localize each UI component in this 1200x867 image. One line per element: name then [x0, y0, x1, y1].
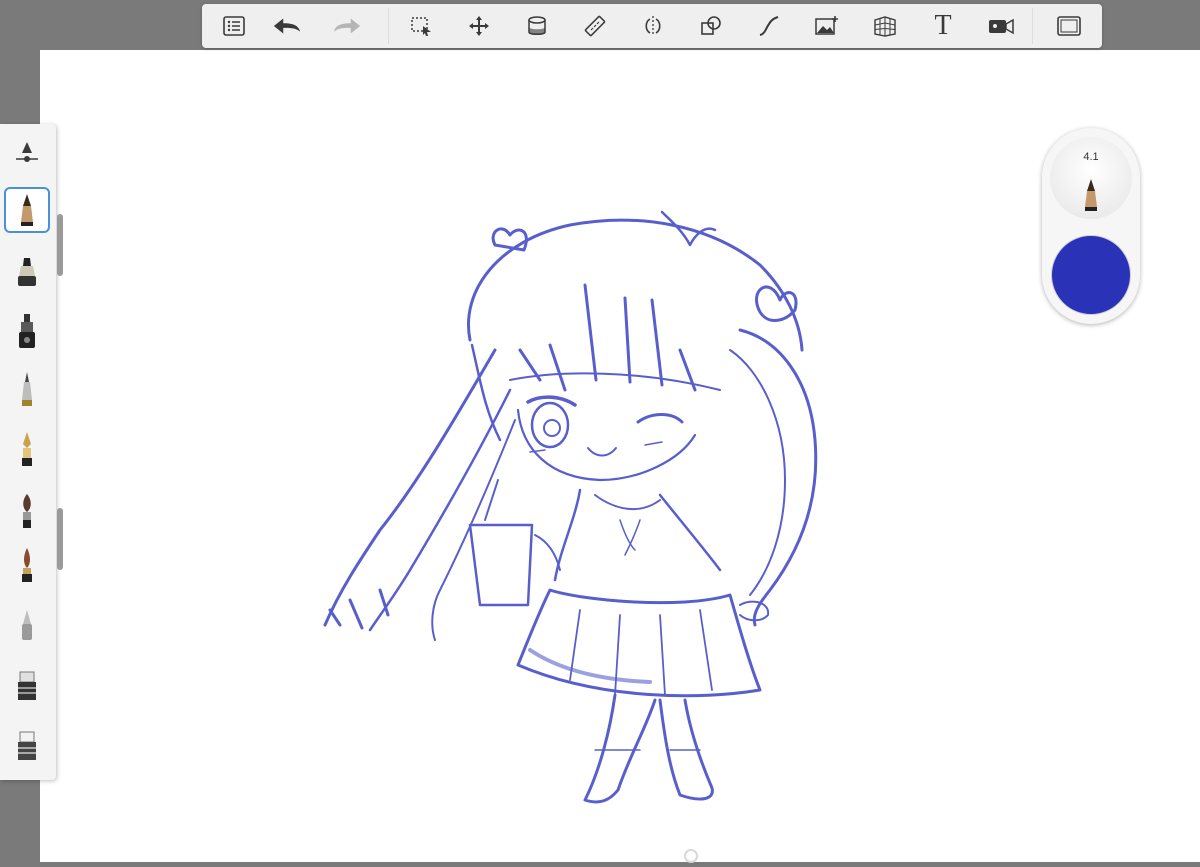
marker-icon[interactable]	[5, 250, 49, 294]
undo-arrow-icon[interactable]	[272, 11, 302, 41]
paint-bucket-icon[interactable]	[522, 11, 552, 41]
palette-scroll-tab[interactable]	[57, 508, 63, 570]
ink-pen-icon[interactable]	[5, 310, 49, 354]
paintbrush-icon[interactable]	[5, 490, 49, 534]
brush-settings-slider-icon[interactable]	[5, 130, 49, 174]
redo-arrow-icon[interactable]	[332, 11, 362, 41]
perspective-grid-icon[interactable]	[870, 11, 900, 41]
pencil-icon	[1085, 179, 1097, 211]
toolbar-divider	[1032, 8, 1033, 44]
hard-eraser-icon[interactable]	[5, 724, 49, 768]
move-arrows-icon[interactable]	[464, 11, 494, 41]
brush-size-puck[interactable]: 4.1	[1050, 137, 1132, 219]
fountain-pen-icon[interactable]	[5, 428, 49, 472]
airbrush-icon[interactable]	[5, 604, 49, 648]
soft-eraser-icon[interactable]	[5, 664, 49, 708]
video-camera-icon[interactable]	[986, 11, 1016, 41]
chibi-girl-sketch	[323, 210, 818, 804]
top-toolbar: T	[202, 4, 1102, 48]
ballpoint-pen-icon[interactable]	[5, 368, 49, 412]
shapes-icon[interactable]	[696, 11, 726, 41]
fullscreen-frame-icon[interactable]	[1054, 11, 1084, 41]
symmetry-icon[interactable]	[638, 11, 668, 41]
pencil-icon[interactable]	[4, 187, 50, 233]
drawing-canvas[interactable]	[40, 50, 1200, 863]
canvas-bottom-handle[interactable]	[684, 849, 698, 863]
lasso-select-icon[interactable]	[406, 11, 436, 41]
toolbar-divider	[388, 8, 389, 44]
brush-palette	[0, 124, 56, 780]
ruler-icon[interactable]	[580, 11, 610, 41]
brush-size-value: 4.1	[1083, 151, 1099, 163]
brush-puck: 4.1	[1042, 128, 1140, 324]
image-add-icon[interactable]	[812, 11, 842, 41]
text-icon[interactable]: T	[928, 10, 958, 41]
palette-scroll-tab[interactable]	[57, 214, 63, 276]
round-brush-icon[interactable]	[5, 544, 49, 588]
color-puck[interactable]	[1051, 235, 1131, 315]
list-icon[interactable]	[219, 11, 249, 41]
curve-icon[interactable]	[754, 11, 784, 41]
text-tool-label: T	[934, 10, 952, 41]
